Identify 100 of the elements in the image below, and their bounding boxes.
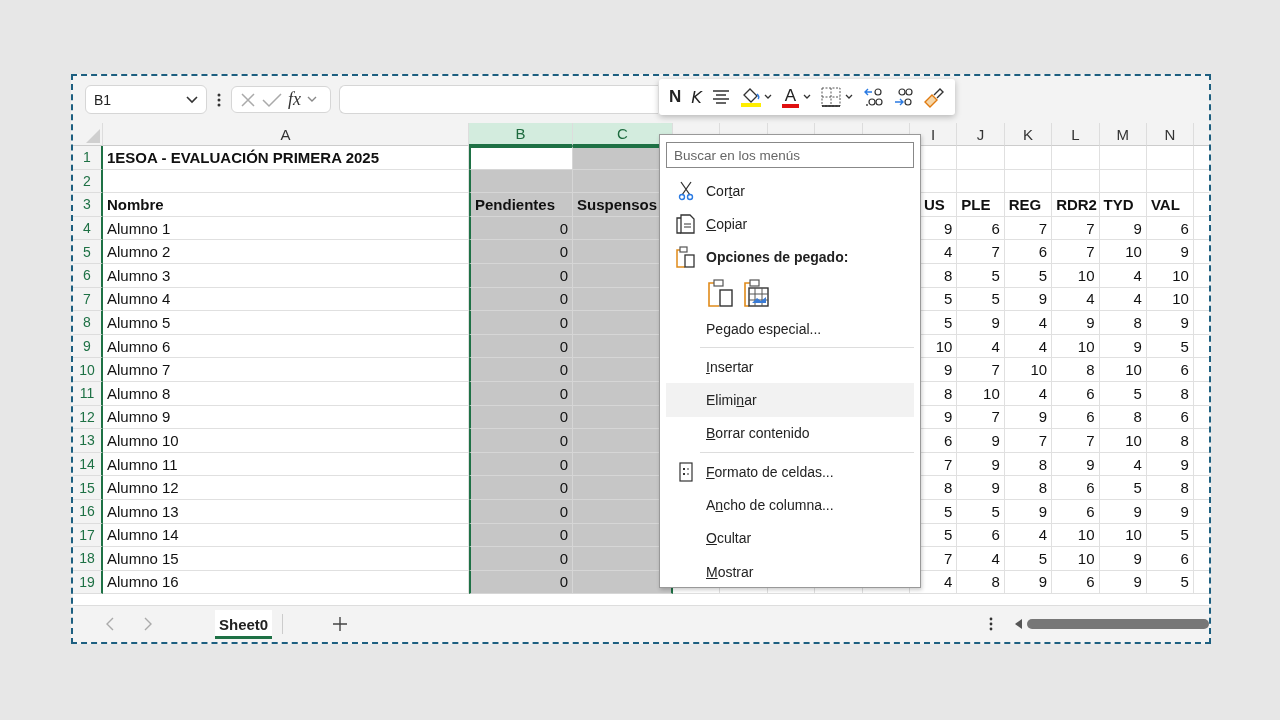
check-icon[interactable] xyxy=(262,91,282,108)
table-cell: 10 xyxy=(1099,240,1147,264)
add-sheet-icon[interactable] xyxy=(333,617,348,631)
increase-decimal-icon[interactable] xyxy=(863,87,884,107)
table-cell: 0 xyxy=(469,240,573,264)
table-cell: 6 xyxy=(1146,216,1194,241)
table-cell: Alumno 16 xyxy=(103,570,469,595)
row-header[interactable]: 12 xyxy=(73,405,103,430)
row-header[interactable]: 13 xyxy=(73,429,103,453)
row-header[interactable]: 4 xyxy=(73,216,103,241)
column-header[interactable]: K xyxy=(1004,123,1053,146)
name-box[interactable]: B1 xyxy=(85,85,207,114)
table-cell: TYD xyxy=(1099,193,1147,217)
table-cell: 9 xyxy=(957,452,1005,477)
column-header[interactable]: N xyxy=(1146,123,1194,146)
table-cell: Alumno 13 xyxy=(103,499,469,524)
table-cell: Alumno 6 xyxy=(103,334,469,359)
row-header[interactable]: 5 xyxy=(73,240,103,264)
insert-function-button[interactable]: fx xyxy=(288,89,301,110)
paste-picture-icon[interactable] xyxy=(744,278,770,307)
row-header[interactable]: 3 xyxy=(73,193,103,217)
table-cell: 9 xyxy=(1052,311,1100,335)
column-header[interactable]: C xyxy=(573,123,673,146)
row-header[interactable]: 14 xyxy=(73,452,103,477)
sheet-tab[interactable]: Sheet0 xyxy=(215,609,273,639)
row-header[interactable]: 8 xyxy=(73,311,103,335)
decrease-decimal-icon[interactable] xyxy=(893,87,914,107)
row-header[interactable]: 18 xyxy=(73,547,103,571)
table-cell: 4 xyxy=(1099,263,1147,288)
row-header[interactable]: 17 xyxy=(73,523,103,548)
chevron-down-icon[interactable] xyxy=(803,94,812,100)
table-cell: 6 xyxy=(957,523,1005,548)
center-align-icon[interactable] xyxy=(711,89,730,105)
row-header[interactable]: 2 xyxy=(73,169,103,194)
row-header[interactable]: 19 xyxy=(73,570,103,595)
table-cell: Alumno 10 xyxy=(103,429,469,453)
row-header[interactable]: 15 xyxy=(73,476,103,500)
table-cell: 0 xyxy=(469,523,573,548)
table-cell: 9 xyxy=(1146,311,1194,335)
table-cell: Pendientes xyxy=(469,193,573,217)
column-header[interactable]: J xyxy=(957,123,1005,146)
row-header[interactable]: 11 xyxy=(73,381,103,406)
table-cell xyxy=(1004,146,1053,170)
menu-search-field[interactable]: Buscar en los menús xyxy=(666,142,914,168)
table-cell: 5 xyxy=(1004,263,1053,288)
bold-button[interactable]: N xyxy=(669,87,682,107)
table-cell: 4 xyxy=(1099,287,1147,312)
more-icon[interactable] xyxy=(217,92,221,107)
table-cell: 0 xyxy=(469,452,573,477)
copy-icon xyxy=(676,213,696,234)
table-cell: Alumno 12 xyxy=(103,476,469,500)
table-cell: 9 xyxy=(1146,240,1194,264)
table-cell: Alumno 4 xyxy=(103,287,469,312)
table-cell: Alumno 2 xyxy=(103,240,469,264)
row-header[interactable]: 6 xyxy=(73,263,103,288)
formula-input[interactable] xyxy=(339,85,658,114)
column-header[interactable]: A xyxy=(103,123,469,146)
row-header[interactable]: 1 xyxy=(73,146,103,170)
table-cell: 5 xyxy=(1146,570,1194,595)
table-cell: Alumno 8 xyxy=(103,381,469,406)
row-header[interactable]: 10 xyxy=(73,358,103,382)
table-cell: 6 xyxy=(1004,240,1053,264)
table-cell: 8 xyxy=(1099,405,1147,430)
table-cell: 6 xyxy=(1146,358,1194,382)
paintbrush-icon[interactable] xyxy=(923,86,946,108)
table-cell: 5 xyxy=(1146,334,1194,359)
table-cell xyxy=(957,146,1005,170)
table-cell: 10 xyxy=(1146,263,1194,288)
paste-icon[interactable] xyxy=(708,278,734,307)
table-cell xyxy=(1099,169,1147,194)
table-cell: 10 xyxy=(1052,547,1100,571)
table-cell: Alumno 1 xyxy=(103,216,469,241)
horizontal-scrollbar[interactable] xyxy=(1013,618,1209,630)
table-cell: PLE xyxy=(957,193,1005,217)
table-cell: 7 xyxy=(1052,240,1100,264)
table-cell: 7 xyxy=(957,405,1005,430)
menu-item[interactable]: Eliminar xyxy=(666,383,914,417)
column-header[interactable]: B xyxy=(469,123,573,146)
title-cell: 1ESOA - EVALUACIÓN PRIMERA 2025 xyxy=(103,146,469,170)
table-cell: 9 xyxy=(1004,405,1053,430)
table-cell: 10 xyxy=(1052,263,1100,288)
table-cell: 6 xyxy=(957,216,1005,241)
column-header[interactable]: M xyxy=(1099,123,1147,146)
fill-color-icon[interactable] xyxy=(739,86,772,108)
table-cell: 6 xyxy=(1052,476,1100,500)
more-icon[interactable] xyxy=(989,617,993,631)
table-cell: 6 xyxy=(1052,499,1100,524)
table-cell: 9 xyxy=(1004,499,1053,524)
table-cell: Nombre xyxy=(103,193,469,217)
borders-icon[interactable] xyxy=(821,87,854,107)
table-cell: 10 xyxy=(1052,334,1100,359)
font-color-button[interactable]: A xyxy=(781,86,812,108)
table-cell: 7 xyxy=(957,358,1005,382)
italic-button[interactable]: K xyxy=(691,87,702,107)
column-header[interactable]: L xyxy=(1052,123,1100,146)
row-header[interactable]: 16 xyxy=(73,499,103,524)
row-header[interactable]: 7 xyxy=(73,287,103,312)
table-cell xyxy=(1004,169,1053,194)
table-cell: 10 xyxy=(1004,358,1053,382)
row-header[interactable]: 9 xyxy=(73,334,103,359)
